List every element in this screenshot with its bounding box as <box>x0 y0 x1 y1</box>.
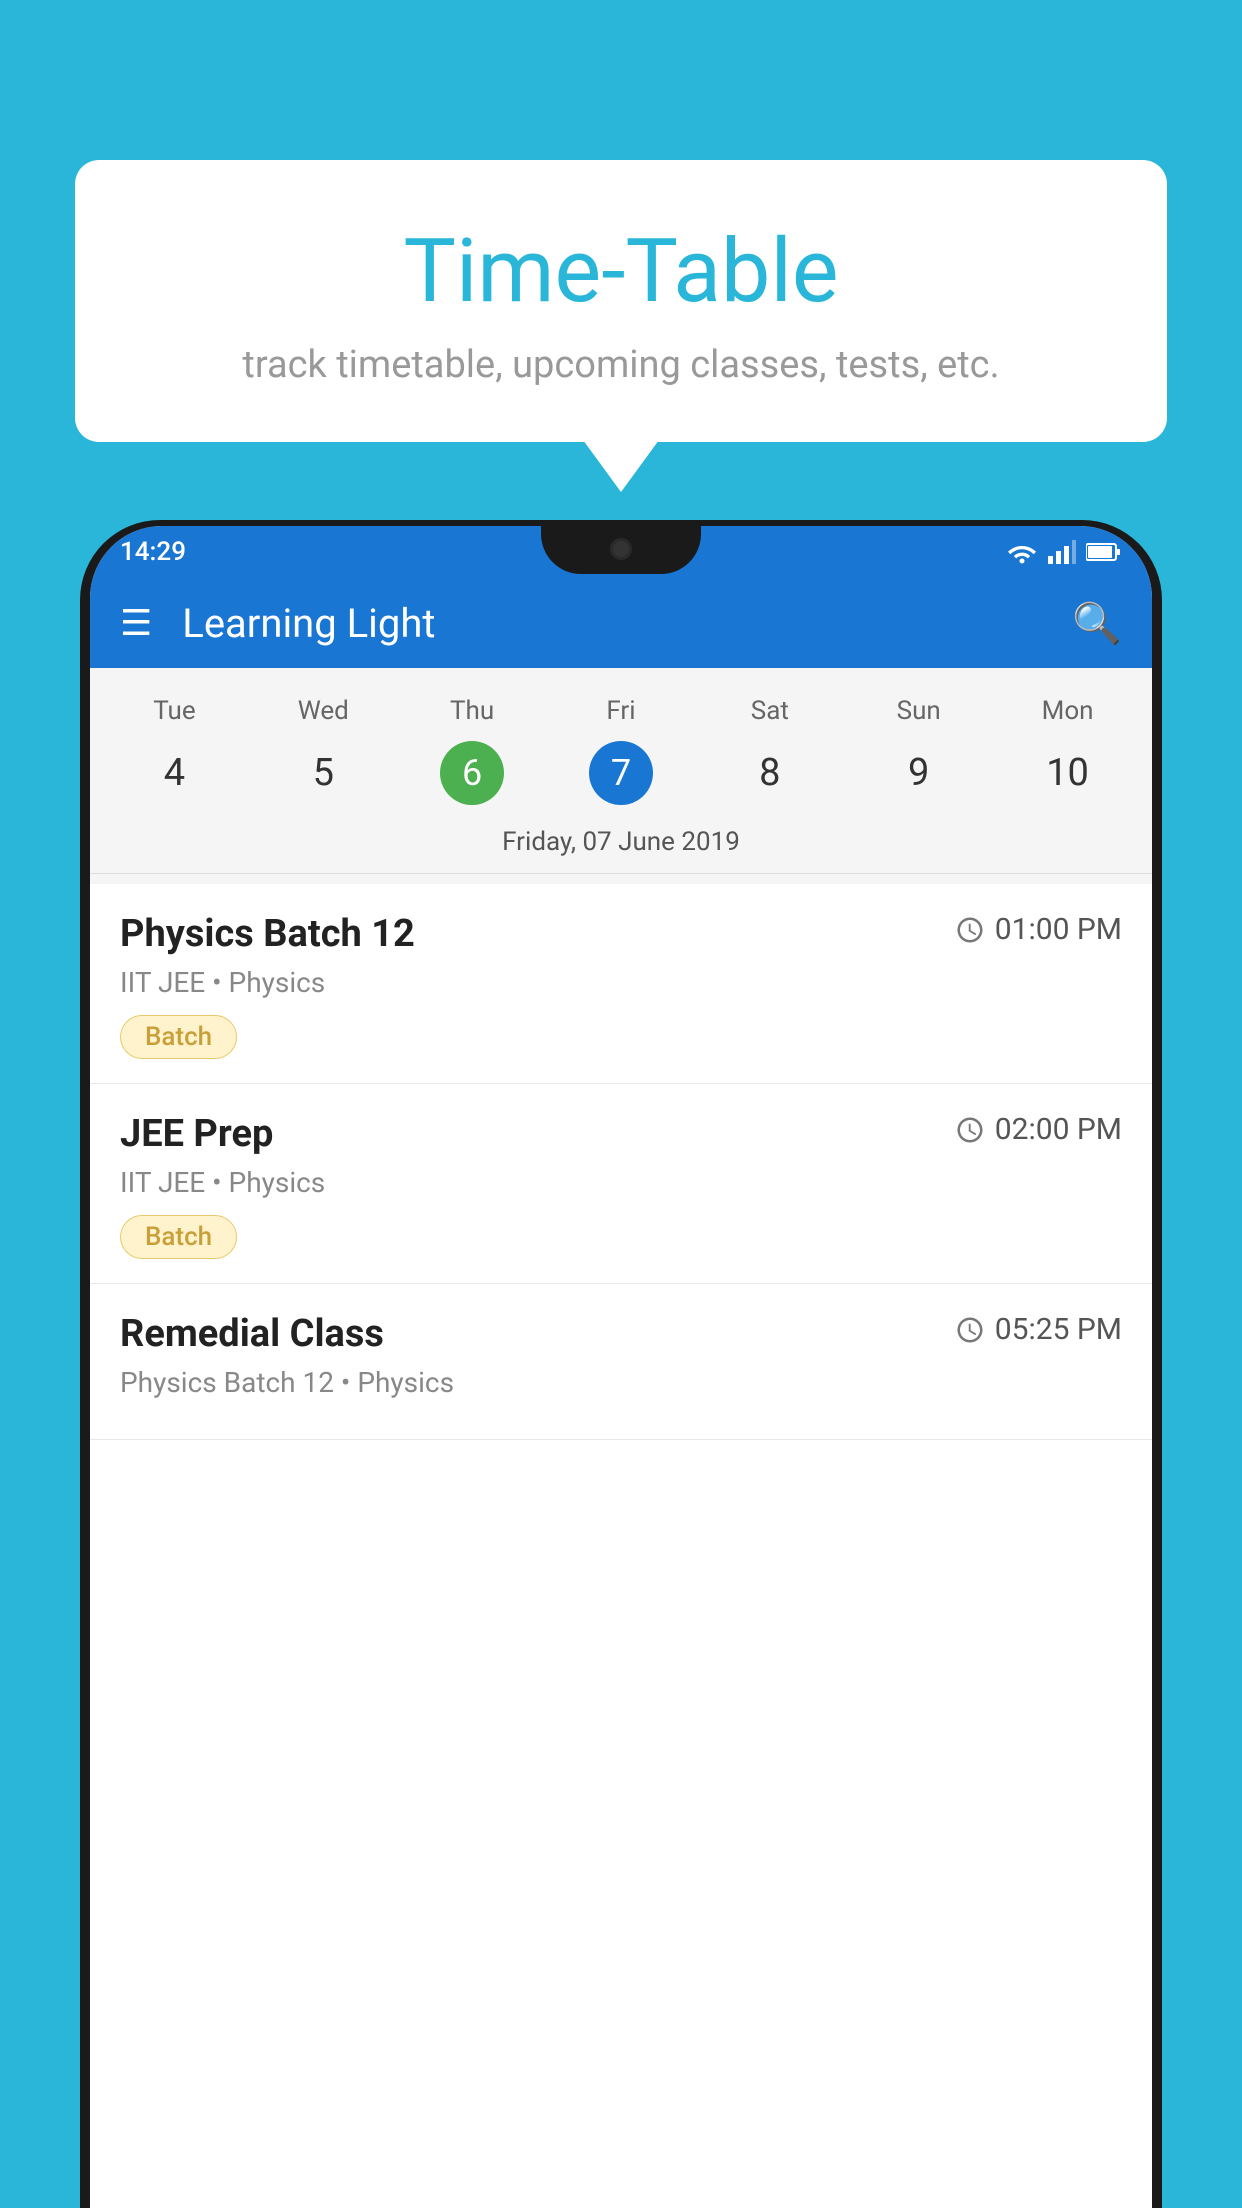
day-name-sat: Sat <box>695 688 844 734</box>
day-names: Tue Wed Thu Fri Sat Sun Mon <box>90 688 1152 734</box>
day-name-sun: Sun <box>844 688 993 734</box>
day-name-fri: Fri <box>547 688 696 734</box>
selected-date-label: Friday, 07 June 2019 <box>90 817 1152 874</box>
batch-badge-1: Batch <box>120 1015 237 1059</box>
day-name-thu: Thu <box>398 688 547 734</box>
day-numbers: 4 5 6 7 8 9 10 <box>90 734 1152 817</box>
schedule-time-3: 05:25 PM <box>955 1312 1122 1347</box>
day-5[interactable]: 5 <box>249 739 398 807</box>
day-8[interactable]: 8 <box>695 739 844 807</box>
calendar-header: Tue Wed Thu Fri Sat Sun Mon 4 5 6 7 8 9 … <box>90 668 1152 884</box>
day-10[interactable]: 10 <box>993 739 1142 807</box>
phone-screen: 14:29 <box>90 526 1152 2208</box>
schedule-title-1: Physics Batch 12 <box>120 912 415 956</box>
status-bar: 14:29 <box>90 526 1152 578</box>
battery-icon <box>1086 542 1122 562</box>
schedule-list: Physics Batch 12 01:00 PM IIT JEE • Phys… <box>90 884 1152 1440</box>
clock-icon-3 <box>955 1315 985 1345</box>
batch-badge-2: Batch <box>120 1215 237 1259</box>
bubble-subtitle: track timetable, upcoming classes, tests… <box>125 343 1117 387</box>
phone-frame: 14:29 <box>80 520 1162 2208</box>
wifi-icon <box>1006 540 1038 564</box>
day-7-selected[interactable]: 7 <box>589 741 653 805</box>
camera <box>610 538 632 560</box>
status-time: 14:29 <box>120 537 186 567</box>
schedule-item-3[interactable]: Remedial Class 05:25 PM Physics Batch 12… <box>90 1284 1152 1440</box>
status-icons <box>1006 540 1122 564</box>
schedule-item-1[interactable]: Physics Batch 12 01:00 PM IIT JEE • Phys… <box>90 884 1152 1084</box>
search-icon[interactable]: 🔍 <box>1072 600 1122 647</box>
app-bar: ☰ Learning Light 🔍 <box>90 578 1152 668</box>
schedule-subtitle-1: IIT JEE • Physics <box>120 966 1122 999</box>
clock-icon-2 <box>955 1115 985 1145</box>
day-4[interactable]: 4 <box>100 739 249 807</box>
schedule-time-2: 02:00 PM <box>955 1112 1122 1147</box>
day-name-tue: Tue <box>100 688 249 734</box>
clock-icon-1 <box>955 915 985 945</box>
schedule-time-1: 01:00 PM <box>955 912 1122 947</box>
schedule-item-2-header: JEE Prep 02:00 PM <box>120 1112 1122 1156</box>
day-6-today[interactable]: 6 <box>440 741 504 805</box>
schedule-title-2: JEE Prep <box>120 1112 273 1156</box>
app-title: Learning Light <box>182 600 1072 647</box>
bubble-title: Time-Table <box>125 220 1117 323</box>
schedule-item-1-header: Physics Batch 12 01:00 PM <box>120 912 1122 956</box>
speech-bubble: Time-Table track timetable, upcoming cla… <box>75 160 1167 442</box>
day-name-wed: Wed <box>249 688 398 734</box>
schedule-title-3: Remedial Class <box>120 1312 384 1356</box>
schedule-subtitle-3: Physics Batch 12 • Physics <box>120 1366 1122 1399</box>
notch <box>541 526 701 574</box>
menu-icon[interactable]: ☰ <box>120 605 152 641</box>
schedule-item-2[interactable]: JEE Prep 02:00 PM IIT JEE • Physics Batc… <box>90 1084 1152 1284</box>
signal-icon <box>1048 540 1076 564</box>
schedule-item-3-header: Remedial Class 05:25 PM <box>120 1312 1122 1356</box>
schedule-subtitle-2: IIT JEE • Physics <box>120 1166 1122 1199</box>
day-9[interactable]: 9 <box>844 739 993 807</box>
day-name-mon: Mon <box>993 688 1142 734</box>
